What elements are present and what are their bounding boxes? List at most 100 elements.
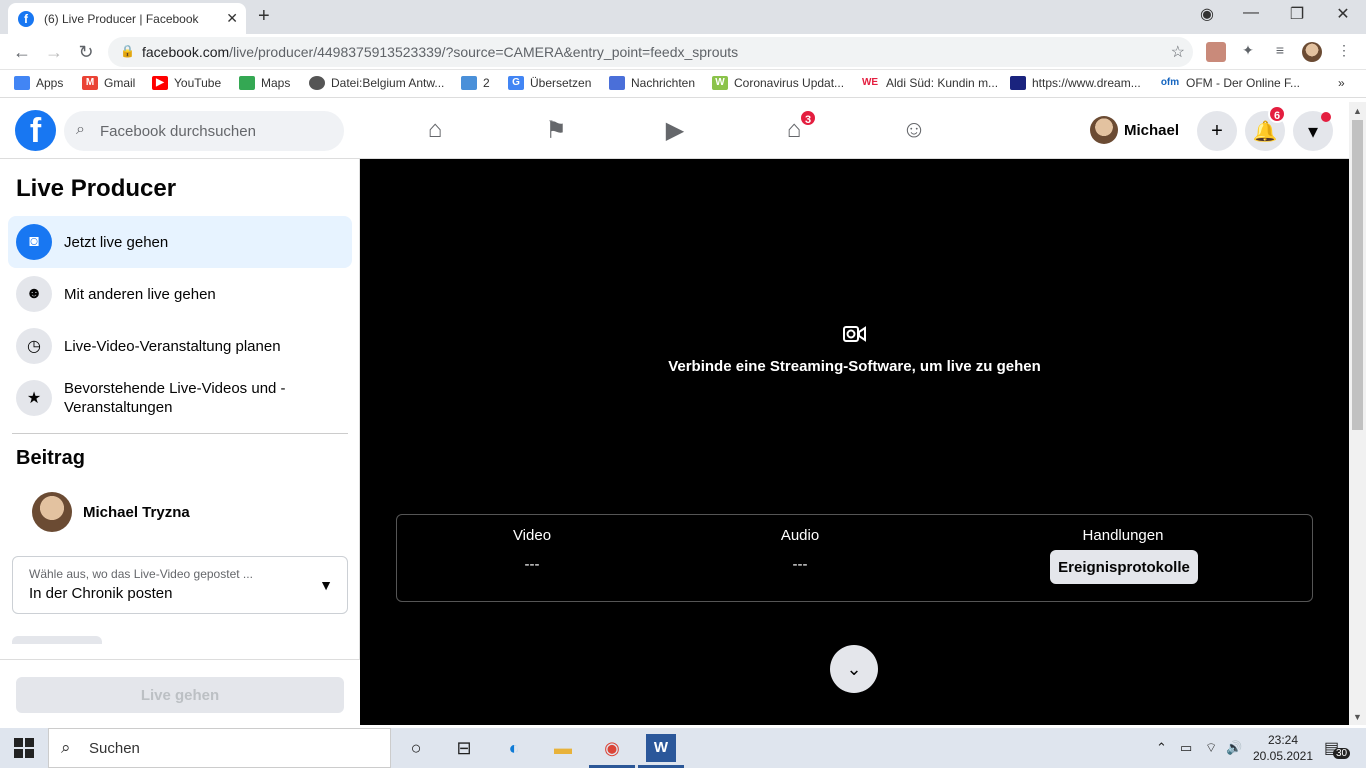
clock-icon: ◷ bbox=[16, 328, 52, 364]
chevron-down-icon: ▼ bbox=[319, 577, 333, 593]
facebook-logo-icon[interactable]: f bbox=[15, 110, 56, 151]
sidebar-item-upcoming-videos[interactable]: ★ Bevorstehende Live-Videos und -Veranst… bbox=[8, 372, 352, 424]
groups-icon[interactable]: ☺ bbox=[899, 116, 929, 146]
windows-taskbar: ⌕ Suchen ○ ⊟ ◐ ▬ ◉ W ⌃ ▭ ⌔ 🔊 23:24 20.05… bbox=[0, 728, 1366, 768]
bookmark-news[interactable]: Nachrichten bbox=[609, 76, 695, 90]
poster-profile[interactable]: Michael Tryzna bbox=[32, 492, 190, 532]
bookmark-youtube[interactable]: ▶ YouTube bbox=[152, 76, 221, 90]
volume-icon[interactable]: 🔊 bbox=[1226, 740, 1242, 756]
bookmark-calendar[interactable]: 2 bbox=[461, 76, 490, 90]
reload-icon[interactable]: ↻ bbox=[76, 42, 96, 63]
scroll-up-icon[interactable]: ▲ bbox=[1353, 106, 1362, 116]
task-view-icon[interactable]: ⊟ bbox=[449, 734, 479, 762]
expand-chevron-down-icon[interactable]: ⌄ bbox=[830, 645, 878, 693]
url-path: /live/producer/4498375913523339/?source=… bbox=[229, 44, 739, 60]
chrome-menu-icon[interactable]: ⋮ bbox=[1334, 42, 1354, 62]
post-heading: Beitrag bbox=[16, 447, 85, 469]
partial-button bbox=[12, 636, 102, 644]
close-window-icon[interactable]: ✕ bbox=[1331, 4, 1355, 24]
create-plus-icon[interactable]: + bbox=[1197, 111, 1237, 151]
tab-title: (6) Live Producer | Facebook bbox=[44, 11, 199, 26]
sidebar-footer: Live gehen bbox=[0, 659, 360, 725]
apps-grid-icon bbox=[14, 76, 30, 90]
bookmark-gmail[interactable]: M Gmail bbox=[82, 76, 135, 90]
pages-flag-icon[interactable]: ⚑ bbox=[541, 116, 571, 146]
search-icon: ⌕ bbox=[61, 738, 71, 757]
gmail-icon: M bbox=[82, 76, 98, 90]
sidebar-item-schedule-event[interactable]: ◷ Live-Video-Veranstaltung planen bbox=[8, 320, 352, 372]
bookmark-aldi[interactable]: WE Aldi Süd: Kundin m... bbox=[860, 76, 998, 90]
streaming-camera-icon bbox=[842, 324, 868, 344]
sidebar-item-go-live-now[interactable]: ◙ Jetzt live gehen bbox=[8, 216, 352, 268]
browser-tab-strip: f (6) Live Producer | Facebook ✕ + ◉ — ❐… bbox=[0, 0, 1366, 34]
windows-start-icon[interactable] bbox=[14, 738, 34, 758]
taskbar-search-input[interactable]: ⌕ Suchen bbox=[48, 728, 391, 768]
forward-icon[interactable]: → bbox=[44, 42, 64, 63]
video-stat: Video --- bbox=[512, 527, 552, 573]
browser-tab[interactable]: f (6) Live Producer | Facebook ✕ bbox=[8, 3, 246, 34]
media-control-icon[interactable]: ≡ bbox=[1270, 42, 1290, 62]
network-icon[interactable]: ⌔ bbox=[1205, 740, 1217, 756]
bookmark-translate[interactable]: G Übersetzen bbox=[508, 76, 591, 90]
bookmark-ofm[interactable]: ofm OFM - Der Online F... bbox=[1160, 76, 1300, 90]
youtube-icon: ▶ bbox=[152, 76, 168, 90]
address-bar[interactable]: 🔒 facebook.com/live/producer/44983759135… bbox=[108, 37, 1193, 67]
avatar bbox=[32, 492, 72, 532]
ofm-icon: ofm bbox=[1160, 76, 1180, 90]
chrome-icon[interactable]: ◉ bbox=[597, 734, 627, 762]
close-tab-icon[interactable]: ✕ bbox=[226, 10, 238, 27]
back-icon[interactable]: ← bbox=[12, 42, 32, 63]
tray-overflow-icon[interactable]: ⌃ bbox=[1156, 740, 1167, 756]
home-icon[interactable]: ⌂ bbox=[420, 116, 450, 146]
event-log-button[interactable]: Ereignisprotokolle bbox=[1050, 550, 1198, 584]
marketplace-badge: 3 bbox=[799, 109, 818, 127]
avatar bbox=[1090, 116, 1118, 144]
extensions-puzzle-icon[interactable]: ✦ bbox=[1238, 42, 1258, 62]
stream-health-panel: Video --- Audio --- Handlungen Ereignisp… bbox=[396, 514, 1313, 602]
news-icon bbox=[609, 76, 625, 90]
battery-icon[interactable]: ▭ bbox=[1180, 740, 1192, 756]
people-icon: ☻ bbox=[16, 276, 52, 312]
new-tab-icon[interactable]: + bbox=[258, 5, 270, 28]
facebook-search-input[interactable]: ⌕ Facebook durchsuchen bbox=[64, 111, 344, 151]
video-camera-icon: ◙ bbox=[16, 224, 52, 260]
bookmark-dream[interactable]: https://www.dream... bbox=[1010, 76, 1141, 90]
watch-video-icon[interactable]: ▶ bbox=[660, 116, 690, 146]
we-icon: WE bbox=[860, 76, 880, 90]
stream-preview-area: Verbinde eine Streaming-Software, um liv… bbox=[360, 159, 1349, 725]
extension-icon[interactable] bbox=[1206, 42, 1226, 62]
user-name: Michael bbox=[1124, 121, 1180, 139]
restore-icon[interactable]: ❐ bbox=[1285, 4, 1309, 24]
search-icon: ⌕ bbox=[76, 121, 85, 138]
bookmark-corona[interactable]: W Coronavirus Updat... bbox=[712, 76, 844, 90]
page-scrollbar[interactable]: ▲ ▼ bbox=[1349, 102, 1366, 725]
taskbar-clock[interactable]: 23:24 20.05.2021 bbox=[1252, 732, 1314, 764]
sidebar-item-go-live-with-others[interactable]: ☻ Mit anderen live gehen bbox=[8, 268, 352, 320]
bookmarks-overflow-icon[interactable]: » bbox=[1338, 76, 1345, 90]
connect-software-message: Verbinde eine Streaming-Software, um liv… bbox=[668, 358, 1041, 375]
file-explorer-icon[interactable]: ▬ bbox=[548, 734, 578, 762]
profile-link[interactable]: Michael bbox=[1090, 116, 1179, 144]
minimize-icon[interactable]: — bbox=[1239, 4, 1263, 22]
audio-stat: Audio --- bbox=[780, 527, 820, 573]
facebook-header: f ⌕ Facebook durchsuchen ⌂ ⚑ ▶ ⌂ 3 ☺ Mic… bbox=[0, 102, 1349, 159]
go-live-button[interactable]: Live gehen bbox=[16, 677, 344, 713]
lock-icon: 🔒 bbox=[120, 44, 135, 58]
bookmark-wiki[interactable]: Datei:Belgium Antw... bbox=[309, 76, 444, 90]
translate-icon: G bbox=[508, 76, 524, 90]
maps-icon bbox=[239, 76, 255, 90]
notification-badge: 6 bbox=[1268, 105, 1287, 123]
chrome-profile-avatar[interactable] bbox=[1302, 42, 1322, 62]
dream-icon bbox=[1010, 76, 1026, 90]
bookmark-maps[interactable]: Maps bbox=[239, 76, 290, 90]
scroll-down-icon[interactable]: ▼ bbox=[1353, 712, 1362, 722]
profile-menu-icon[interactable]: ◉ bbox=[1195, 4, 1219, 24]
cortana-icon[interactable]: ○ bbox=[401, 734, 431, 762]
browser-toolbar: ← → ↻ 🔒 facebook.com/live/producer/44983… bbox=[0, 34, 1366, 70]
scrollbar-thumb[interactable] bbox=[1352, 120, 1363, 430]
post-destination-select[interactable]: Wähle aus, wo das Live-Video gepostet ..… bbox=[12, 556, 348, 614]
edge-browser-icon[interactable]: ◐ bbox=[499, 734, 529, 762]
bookmark-star-icon[interactable]: ☆ bbox=[1171, 42, 1185, 62]
word-icon[interactable]: W bbox=[646, 734, 676, 762]
bookmark-apps[interactable]: Apps bbox=[14, 76, 63, 90]
